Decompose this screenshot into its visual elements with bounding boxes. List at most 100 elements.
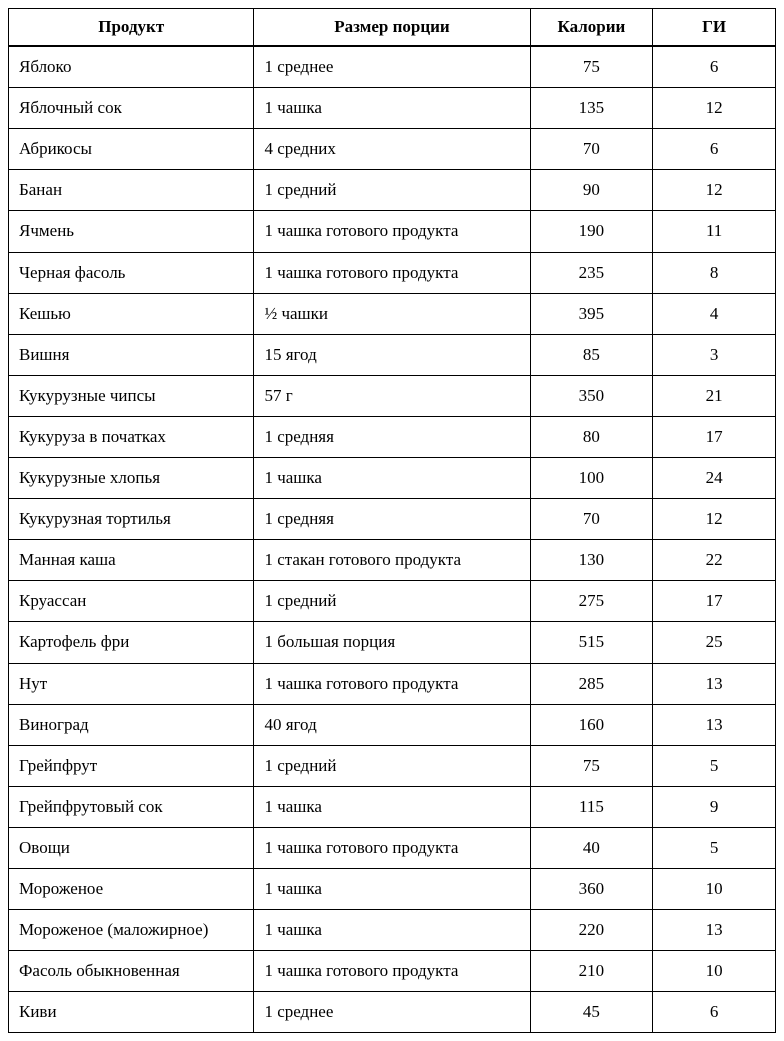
cell-calories: 40 [530,827,653,868]
cell-serving: 1 большая порция [254,622,530,663]
table-row: Виноград40 ягод16013 [9,704,776,745]
table-body: Яблоко1 среднее756Яблочный сок1 чашка135… [9,46,776,1033]
cell-gi: 4 [653,293,776,334]
table-row: Кешью½ чашки3954 [9,293,776,334]
cell-calories: 45 [530,992,653,1033]
cell-gi: 12 [653,88,776,129]
cell-product: Мороженое (маложирное) [9,910,254,951]
table-row: Мороженое (маложирное)1 чашка22013 [9,910,776,951]
cell-product: Кукурузные чипсы [9,375,254,416]
cell-product: Виноград [9,704,254,745]
cell-calories: 360 [530,868,653,909]
cell-gi: 6 [653,46,776,88]
cell-calories: 350 [530,375,653,416]
header-row: Продукт Размер порции Калории ГИ [9,9,776,47]
cell-calories: 135 [530,88,653,129]
cell-serving: 1 чашка готового продукта [254,252,530,293]
cell-gi: 13 [653,910,776,951]
cell-serving: 1 чашка [254,868,530,909]
cell-product: Яблочный сок [9,88,254,129]
cell-gi: 13 [653,663,776,704]
cell-serving: 1 чашка [254,910,530,951]
table-row: Круассан1 средний27517 [9,581,776,622]
cell-gi: 5 [653,827,776,868]
cell-calories: 75 [530,745,653,786]
cell-product: Яблоко [9,46,254,88]
cell-serving: 1 чашка [254,88,530,129]
cell-serving: 1 чашка готового продукта [254,211,530,252]
cell-product: Кукурузная тортилья [9,499,254,540]
cell-serving: 1 чашка готового продукта [254,663,530,704]
cell-serving: 1 средний [254,745,530,786]
table-row: Яблоко1 среднее756 [9,46,776,88]
cell-calories: 90 [530,170,653,211]
nutrition-table: Продукт Размер порции Калории ГИ Яблоко1… [8,8,776,1033]
cell-serving: 1 среднее [254,992,530,1033]
table-row: Вишня15 ягод853 [9,334,776,375]
table-row: Ячмень1 чашка готового продукта19011 [9,211,776,252]
cell-product: Овощи [9,827,254,868]
cell-product: Черная фасоль [9,252,254,293]
cell-serving: 1 чашка готового продукта [254,827,530,868]
cell-product: Вишня [9,334,254,375]
cell-gi: 8 [653,252,776,293]
cell-product: Кукуруза в початках [9,416,254,457]
cell-calories: 115 [530,786,653,827]
cell-calories: 130 [530,540,653,581]
cell-product: Кукурузные хлопья [9,458,254,499]
cell-calories: 70 [530,499,653,540]
cell-gi: 9 [653,786,776,827]
cell-gi: 17 [653,416,776,457]
cell-calories: 395 [530,293,653,334]
cell-gi: 3 [653,334,776,375]
table-row: Киви1 среднее456 [9,992,776,1033]
cell-serving: 1 стакан готового продукта [254,540,530,581]
cell-gi: 22 [653,540,776,581]
cell-serving: 1 средний [254,581,530,622]
table-row: Овощи1 чашка готового продукта405 [9,827,776,868]
table-row: Грейпфрут1 средний755 [9,745,776,786]
cell-gi: 13 [653,704,776,745]
cell-calories: 235 [530,252,653,293]
cell-calories: 285 [530,663,653,704]
cell-serving: ½ чашки [254,293,530,334]
header-product: Продукт [9,9,254,47]
cell-gi: 6 [653,992,776,1033]
cell-gi: 6 [653,129,776,170]
cell-gi: 11 [653,211,776,252]
cell-calories: 210 [530,951,653,992]
cell-calories: 160 [530,704,653,745]
table-row: Черная фасоль1 чашка готового продукта23… [9,252,776,293]
table-row: Кукуруза в початках1 средняя8017 [9,416,776,457]
cell-serving: 1 чашка готового продукта [254,951,530,992]
cell-gi: 25 [653,622,776,663]
table-row: Кукурузные хлопья1 чашка10024 [9,458,776,499]
cell-calories: 220 [530,910,653,951]
cell-calories: 190 [530,211,653,252]
cell-calories: 85 [530,334,653,375]
cell-serving: 4 средних [254,129,530,170]
cell-calories: 75 [530,46,653,88]
cell-serving: 1 средний [254,170,530,211]
cell-calories: 275 [530,581,653,622]
table-row: Яблочный сок1 чашка13512 [9,88,776,129]
cell-gi: 10 [653,951,776,992]
cell-product: Картофель фри [9,622,254,663]
cell-gi: 10 [653,868,776,909]
table-row: Банан1 средний9012 [9,170,776,211]
table-row: Мороженое1 чашка36010 [9,868,776,909]
cell-product: Грейпфрут [9,745,254,786]
cell-serving: 57 г [254,375,530,416]
cell-calories: 100 [530,458,653,499]
table-row: Фасоль обыкновенная1 чашка готового прод… [9,951,776,992]
cell-product: Банан [9,170,254,211]
header-calories: Калории [530,9,653,47]
cell-product: Манная каша [9,540,254,581]
table-row: Картофель фри1 большая порция51525 [9,622,776,663]
cell-gi: 24 [653,458,776,499]
cell-product: Кешью [9,293,254,334]
cell-serving: 15 ягод [254,334,530,375]
table-row: Кукурузные чипсы57 г35021 [9,375,776,416]
cell-gi: 17 [653,581,776,622]
cell-gi: 12 [653,499,776,540]
